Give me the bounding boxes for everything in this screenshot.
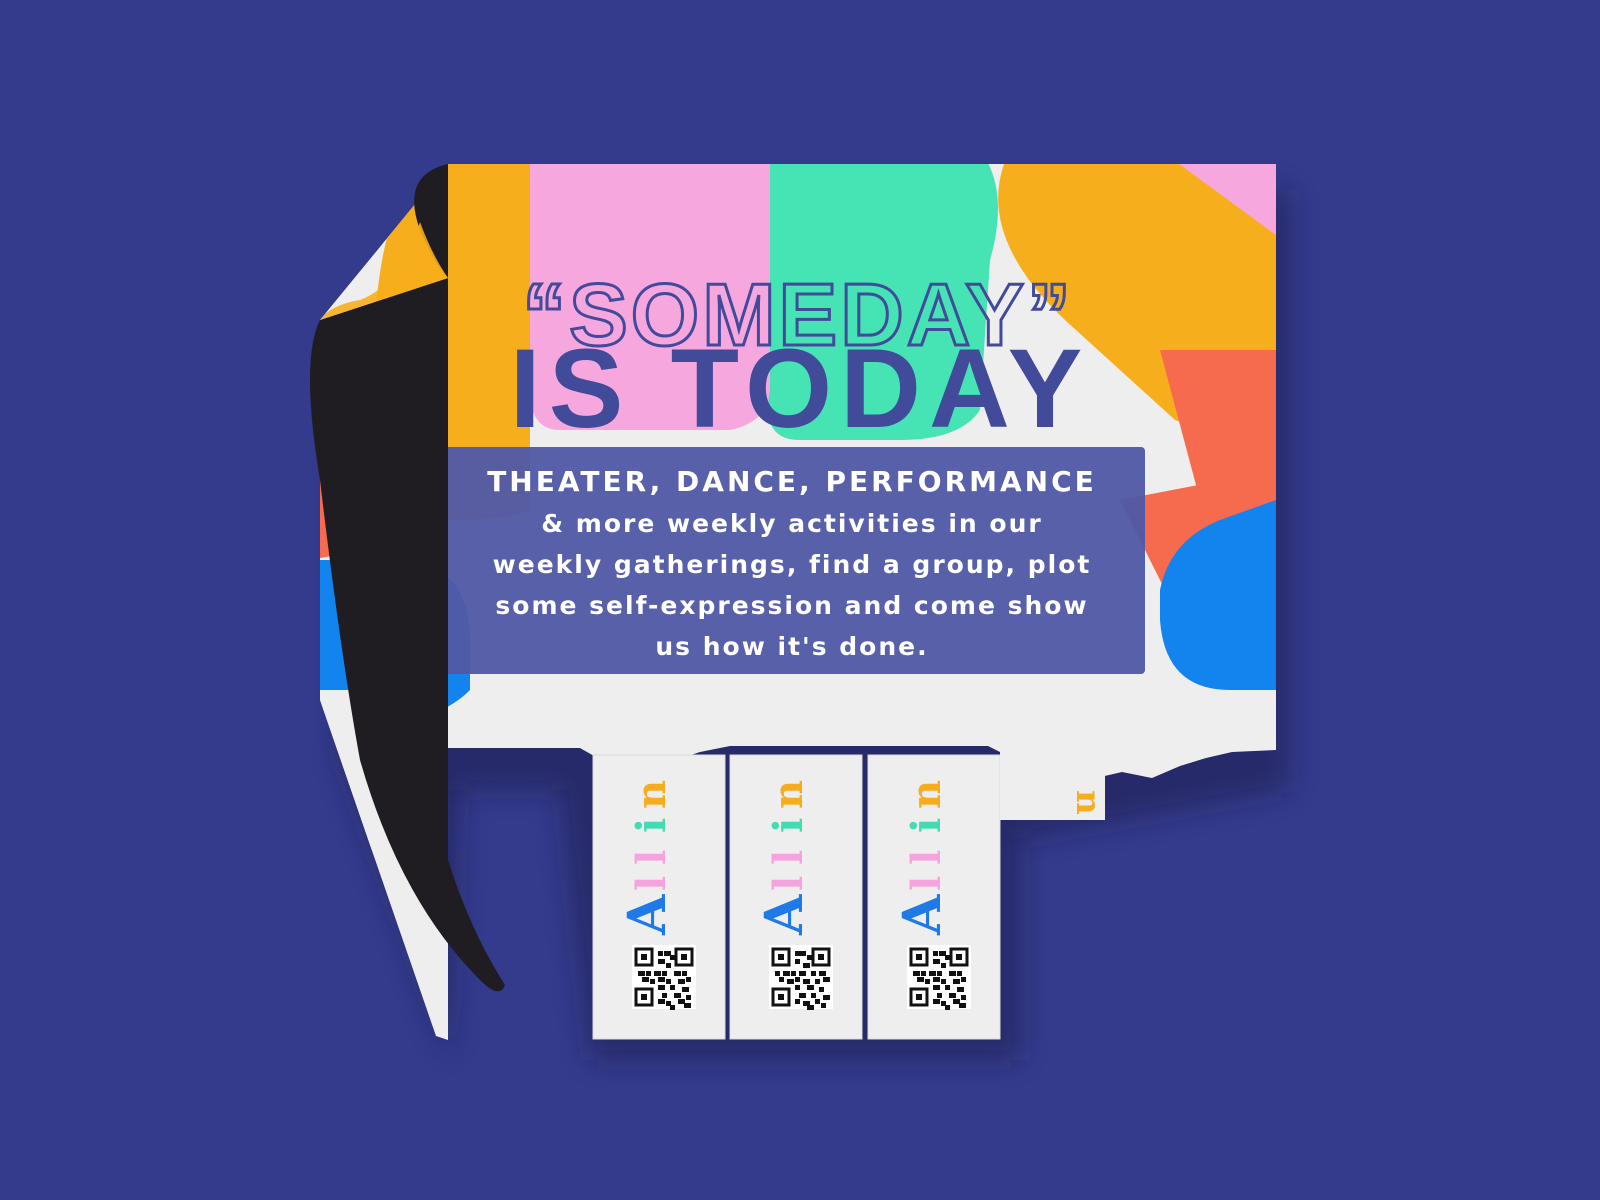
headline-is-today: IS TODAY <box>510 326 1091 451</box>
tab-logo-letter: A <box>617 894 678 936</box>
panel-line-2: weekly gatherings, find a group, plot <box>493 550 1092 579</box>
tab-logo-letter: l <box>628 850 675 865</box>
tab-logo-letter: i <box>628 818 675 833</box>
tear-off-tab[interactable]: All in <box>592 754 726 1040</box>
tab-logo-letter: l <box>903 876 950 891</box>
tear-off-tabs: AllinAllinAllin <box>592 754 1001 1040</box>
tab-logo-letter: A <box>892 894 953 936</box>
tab-logo-letter: n <box>765 780 812 809</box>
tab-logo-letter: l <box>903 850 950 865</box>
poster-scene: “SOMEDAY” IS TODAY THEATER, DANCE, PERFO… <box>0 0 1600 1200</box>
panel-line-4: us how it's done. <box>655 632 928 661</box>
tab-logo-letter: l <box>628 876 675 891</box>
tab-right-partial: n <box>1000 750 1108 820</box>
tear-off-tab[interactable]: All in <box>729 754 863 1040</box>
tab-left-partial <box>448 740 453 741</box>
tab-logo-letter: i <box>903 818 950 833</box>
tab-logo-letter: n <box>628 780 675 809</box>
tear-off-tab[interactable]: All in <box>867 754 1001 1040</box>
qr-code-icon[interactable] <box>769 945 833 1010</box>
qr-code-icon[interactable] <box>907 945 971 1010</box>
tab-logo-letter: i <box>765 818 812 833</box>
tab-logo-letter: l <box>765 850 812 865</box>
tab-logo-letter: l <box>765 876 812 891</box>
tab-logo-letter: n <box>903 780 950 809</box>
panel-line-3: some self-expression and come show <box>495 591 1088 620</box>
panel-heading: THEATER, DANCE, PERFORMANCE <box>487 465 1097 498</box>
tab-logo-letter: A <box>754 894 815 936</box>
panel-line-1: & more weekly activities in our <box>541 509 1042 538</box>
qr-code-icon[interactable] <box>632 945 696 1010</box>
svg-text:n: n <box>1068 790 1108 815</box>
